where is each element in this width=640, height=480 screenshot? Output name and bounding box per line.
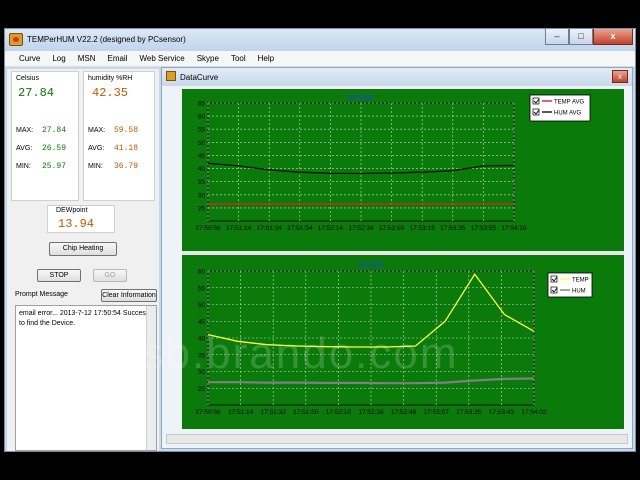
celsius-min-label: MIN: bbox=[16, 163, 31, 170]
celsius-min-value: 25.97 bbox=[42, 162, 67, 171]
dewpoint-value: 13.94 bbox=[58, 217, 95, 231]
rt-y-tick-label: 50 bbox=[198, 302, 206, 309]
humidity-min-label: MIN: bbox=[88, 163, 103, 170]
watermark: usb.brando.com bbox=[115, 329, 459, 378]
avg-y-tick-label: 65 bbox=[198, 101, 206, 108]
rt-x-tick-label: 17:53:07 bbox=[424, 409, 450, 416]
datacurve-titlebar: DataCurve x bbox=[162, 68, 632, 86]
rt-y-tick-label: 60 bbox=[198, 269, 206, 276]
menu-msn[interactable]: MSN bbox=[72, 51, 102, 66]
avg-x-tick-label: 17:52:55 bbox=[379, 225, 405, 232]
rt-x-tick-label: 17:51:14 bbox=[228, 409, 254, 416]
go-button[interactable]: GO bbox=[93, 269, 127, 282]
humidity-max-value: 59.58 bbox=[114, 126, 139, 135]
rt-legend-label: HUM bbox=[572, 289, 586, 295]
avg-y-tick-label: 50 bbox=[198, 140, 206, 147]
horizontal-scrollbar[interactable] bbox=[166, 434, 628, 444]
title-bar: TEMPerHUM V22.2 (designed by PCsensor) –… bbox=[5, 29, 635, 51]
avg-y-tick-label: 30 bbox=[198, 192, 206, 199]
humidity-value: 42.35 bbox=[92, 86, 129, 100]
datacurve-close-button[interactable]: x bbox=[612, 70, 628, 83]
rt-x-tick-label: 17:50:56 bbox=[195, 409, 221, 416]
avg-y-tick-label: 45 bbox=[198, 153, 206, 160]
rt-y-tick-label: 45 bbox=[198, 319, 206, 326]
rt-x-tick-label: 17:54:03 bbox=[521, 409, 547, 416]
rt-x-tick-label: 17:52:46 bbox=[391, 409, 417, 416]
rt-chart-title: real time bbox=[358, 262, 385, 269]
datacurve-title: DataCurve bbox=[180, 73, 219, 82]
menu-tool[interactable]: Tool bbox=[225, 51, 252, 66]
maximize-button[interactable]: □ bbox=[569, 29, 593, 45]
datacurve-window: DataCurve x 25 30 35 40 45 50 55 60 65 17:50:56 17… bbox=[161, 67, 633, 449]
menu-help[interactable]: Help bbox=[252, 51, 280, 66]
prompt-message-text: email error... 2013-7-12 17:50:54 Succes… bbox=[19, 310, 150, 327]
chip-heating-button[interactable]: Chip Heating bbox=[49, 242, 117, 256]
celsius-avg-value: 26.59 bbox=[42, 144, 67, 153]
avg-x-tick-label: 17:51:14 bbox=[226, 225, 252, 232]
avg-x-tick-label: 17:50:56 bbox=[195, 225, 221, 232]
humidity-max-label: MAX: bbox=[88, 127, 106, 134]
window-title: TEMPerHUM V22.2 (designed by PCsensor) bbox=[27, 35, 186, 44]
menu-bar: Curve Log MSN Email Web Service Skype To… bbox=[5, 51, 635, 67]
humidity-label: humidity %RH bbox=[88, 75, 133, 82]
celsius-value: 27.84 bbox=[18, 86, 55, 100]
minimize-button[interactable]: – bbox=[545, 29, 569, 45]
menu-skype[interactable]: Skype bbox=[191, 51, 225, 66]
humidity-min-value: 36.79 bbox=[114, 162, 139, 171]
dewpoint-label: DEWpoint bbox=[56, 207, 88, 214]
avg-y-tick-label: 60 bbox=[198, 114, 206, 121]
rt-y-tick-label: 25 bbox=[198, 386, 206, 393]
rt-x-tick-label: 17:52:10 bbox=[326, 409, 352, 416]
avg-x-tick-label: 17:54:15 bbox=[501, 225, 527, 232]
rt-x-tick-label: 17:51:32 bbox=[261, 409, 287, 416]
datacurve-icon bbox=[166, 71, 176, 81]
avg-x-tick-label: 17:52:14 bbox=[318, 225, 344, 232]
rt-x-tick-label: 17:52:28 bbox=[358, 409, 384, 416]
avg-x-tick-label: 17:52:34 bbox=[348, 225, 374, 232]
rt-legend-label: TEMP bbox=[572, 278, 589, 284]
avg-y-tick-label: 35 bbox=[198, 179, 206, 186]
avg-x-tick-label: 17:53:55 bbox=[471, 225, 497, 232]
avg-y-tick-label: 40 bbox=[198, 166, 206, 173]
stop-button[interactable]: STOP bbox=[37, 269, 81, 282]
rt-x-tick-label: 17:53:25 bbox=[456, 409, 482, 416]
humidity-avg-label: AVG: bbox=[88, 145, 105, 152]
avg-legend-label: TEMP AVG bbox=[554, 100, 584, 106]
close-button[interactable]: x bbox=[593, 29, 633, 45]
readings-panel: Celsius 27.84 MAX: 27.84 AVG: 26.59 MIN:… bbox=[7, 69, 159, 451]
celsius-avg-label: AVG: bbox=[16, 145, 33, 152]
rt-y-tick-label: 55 bbox=[198, 285, 206, 292]
avg-chart-title: average bbox=[348, 94, 373, 101]
menu-email[interactable]: Email bbox=[101, 51, 133, 66]
avg-x-tick-label: 17:51:34 bbox=[257, 225, 283, 232]
celsius-max-label: MAX: bbox=[16, 127, 34, 134]
clear-information-button[interactable]: Clear Information bbox=[101, 289, 157, 302]
rt-x-tick-label: 17:51:50 bbox=[293, 409, 319, 416]
avg-y-tick-label: 25 bbox=[198, 205, 206, 212]
main-window: TEMPerHUM V22.2 (designed by PCsensor) –… bbox=[4, 28, 636, 452]
celsius-max-value: 27.84 bbox=[42, 126, 67, 135]
prompt-message-label: Prompt Message bbox=[15, 291, 68, 298]
avg-x-tick-label: 17:51:54 bbox=[287, 225, 313, 232]
rt-x-tick-label: 17:53:43 bbox=[489, 409, 515, 416]
menu-web-service[interactable]: Web Service bbox=[134, 51, 191, 66]
avg-y-tick-label: 55 bbox=[198, 127, 206, 134]
celsius-group: Celsius 27.84 MAX: 27.84 AVG: 26.59 MIN:… bbox=[11, 71, 79, 201]
avg-series-temp-avg-line bbox=[208, 203, 515, 205]
celsius-label: Celsius bbox=[16, 75, 39, 82]
average-chart-panel: 25 30 35 40 45 50 55 60 65 17:50:56 17:51:14 17:51:… bbox=[182, 89, 624, 251]
avg-legend-label: HUM AVG bbox=[554, 111, 582, 117]
average-chart: 25 30 35 40 45 50 55 60 65 17:50:56 17:51:14 17:51:… bbox=[195, 94, 591, 232]
menu-log[interactable]: Log bbox=[46, 51, 71, 66]
humidity-group: humidity %RH 42.35 MAX: 59.58 AVG: 41.18… bbox=[83, 71, 155, 201]
avg-x-tick-label: 17:53:15 bbox=[410, 225, 436, 232]
humidity-avg-value: 41.18 bbox=[114, 144, 139, 153]
menu-curve[interactable]: Curve bbox=[13, 51, 46, 66]
dewpoint-group: DEWpoint 13.94 bbox=[47, 205, 115, 233]
avg-x-tick-label: 17:53:35 bbox=[440, 225, 466, 232]
app-icon bbox=[9, 33, 23, 46]
